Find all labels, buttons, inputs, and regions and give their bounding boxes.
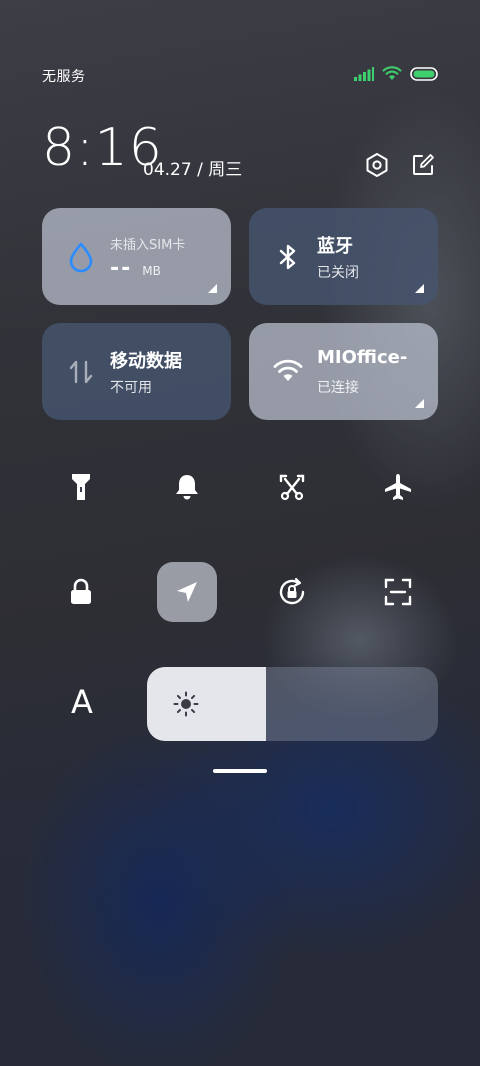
signal-icon — [354, 66, 374, 81]
lock-icon — [71, 578, 91, 604]
data-usage-value: -- MB — [110, 256, 161, 281]
status-icons — [354, 66, 438, 81]
sun-icon — [173, 691, 199, 717]
control-center: 无服务 8:16 04.27 / 周三 未插入SIM卡 -- MB 蓝牙 已关闭… — [0, 0, 480, 1066]
data-usage-unit: MB — [142, 264, 161, 278]
edit-icon — [413, 154, 434, 175]
brightness-slider[interactable] — [147, 667, 438, 741]
wifi-network-name: MIOffice- — [317, 347, 408, 368]
airplane-toggle[interactable] — [368, 457, 428, 517]
tile-expand-corner[interactable] — [415, 399, 424, 408]
drop-icon — [69, 242, 93, 273]
mobile-data-title: 移动数据 — [110, 351, 182, 372]
auto-brightness-button[interactable]: A — [62, 680, 102, 724]
ring-toggle[interactable] — [157, 457, 217, 517]
clock-date: 04.27 / 周三 — [143, 160, 243, 180]
scan-icon — [384, 578, 412, 606]
settings-icon — [366, 153, 388, 177]
drag-handle[interactable] — [213, 769, 267, 773]
tile-expand-corner[interactable] — [208, 284, 217, 293]
carrier-text: 无服务 — [42, 69, 86, 85]
airplane-icon — [385, 474, 411, 500]
sim-status-label: 未插入SIM卡 — [110, 238, 186, 253]
mobile-data-tile[interactable]: 移动数据 不可用 — [42, 323, 231, 420]
edit-button[interactable] — [408, 150, 438, 180]
bluetooth-title: 蓝牙 — [317, 236, 353, 257]
screenshot-toggle[interactable] — [262, 457, 322, 517]
rotation-lock-icon — [279, 577, 305, 605]
screen-lock-toggle[interactable] — [51, 562, 111, 622]
bluetooth-tile[interactable]: 蓝牙 已关闭 — [249, 208, 438, 305]
tile-expand-corner[interactable] — [415, 284, 424, 293]
wifi-icon — [382, 66, 402, 80]
brightness-fill — [147, 667, 267, 741]
location-icon — [177, 582, 197, 602]
location-toggle[interactable] — [157, 562, 217, 622]
bluetooth-status: 已关闭 — [317, 265, 359, 281]
flashlight-icon — [72, 474, 90, 500]
screenshot-icon — [279, 474, 305, 501]
data-usage-tile[interactable]: 未插入SIM卡 -- MB — [42, 208, 231, 305]
bell-icon — [176, 475, 198, 500]
data-usage-amount: -- — [110, 256, 133, 281]
scan-toggle[interactable] — [368, 562, 428, 622]
battery-icon — [410, 66, 438, 81]
wifi-tile[interactable]: MIOffice- 已连接 — [249, 323, 438, 420]
settings-button[interactable] — [362, 150, 392, 180]
rotation-lock-toggle[interactable] — [262, 562, 322, 622]
wifi-icon — [273, 359, 303, 381]
flashlight-toggle[interactable] — [51, 457, 111, 517]
mobile-data-icon — [69, 360, 93, 384]
bluetooth-icon — [279, 244, 296, 270]
wifi-status: 已连接 — [317, 380, 359, 396]
mobile-data-status: 不可用 — [110, 380, 152, 396]
